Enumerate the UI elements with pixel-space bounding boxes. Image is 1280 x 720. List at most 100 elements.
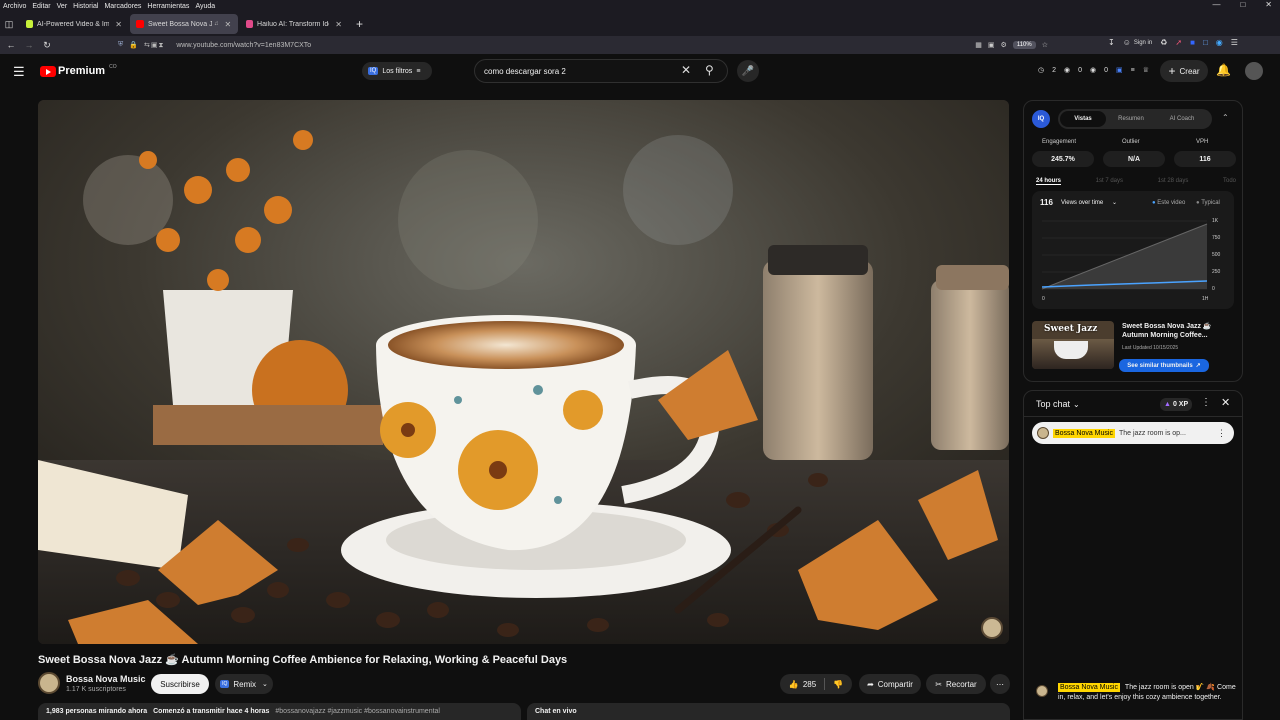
url-text[interactable]: www.youtube.com/watch?v=1en83M7CXTo bbox=[176, 42, 311, 49]
close-tab-icon[interactable]: ✕ bbox=[335, 20, 342, 29]
more-horizontal-icon: ⋯ bbox=[996, 679, 1004, 689]
extension-blue-icon[interactable]: ■ bbox=[1190, 38, 1195, 47]
thumbs-down-icon[interactable]: 👎 bbox=[833, 680, 843, 689]
menu-herramientas[interactable]: Herramientas bbox=[144, 3, 192, 10]
chat-more-icon[interactable]: ⋮ bbox=[1201, 397, 1211, 408]
tab-ai-video[interactable]: AI-Powered Video & Image Ge ✕ bbox=[20, 14, 128, 34]
extension-square-icon[interactable]: □ bbox=[1203, 38, 1208, 47]
tab-resumen[interactable]: Resumen bbox=[1106, 116, 1156, 122]
menu-marcadores[interactable]: Marcadores bbox=[101, 3, 144, 10]
range-7d[interactable]: 1st 7 days bbox=[1096, 178, 1123, 185]
vidiq-counters[interactable]: ◷ 2 ◉ 0 ◉ 0 ▣ ≡ ♕ bbox=[1038, 66, 1149, 75]
lock-icon[interactable]: 🔒 bbox=[129, 41, 138, 49]
tab-ai-coach[interactable]: AI Coach bbox=[1156, 116, 1208, 122]
channel-name[interactable]: Bossa Nova Music bbox=[66, 674, 146, 684]
range-all[interactable]: Todo bbox=[1223, 178, 1236, 185]
menu-ayuda[interactable]: Ayuda bbox=[192, 3, 218, 10]
tab-youtube[interactable]: Sweet Bossa Nova Jazz ♫ ✕ bbox=[130, 14, 238, 34]
country-code: CO bbox=[109, 64, 117, 70]
y-tick: 1K bbox=[1212, 218, 1219, 224]
extension-arrow-icon[interactable]: ➚ bbox=[1175, 38, 1182, 47]
zoom-level[interactable]: 110% bbox=[1012, 41, 1036, 49]
channel-avatar[interactable] bbox=[38, 672, 60, 694]
share-label: Compartir bbox=[877, 679, 913, 689]
new-tab-icon[interactable]: + bbox=[356, 17, 363, 31]
filters-button[interactable]: IQ Los filtros ≡ bbox=[362, 62, 432, 80]
hashtags[interactable]: #bossanovajazz #jazzmusic #bossanovainst… bbox=[275, 708, 440, 715]
list-icon[interactable]: ≡ bbox=[1131, 67, 1135, 74]
remix-button[interactable]: IQ Remix ⌄ bbox=[215, 674, 273, 694]
create-button[interactable]: + Crear bbox=[1160, 60, 1208, 82]
permissions-icon[interactable]: ⇆▣⧗ bbox=[144, 41, 164, 50]
clip-button[interactable]: ✂ Recortar bbox=[926, 674, 986, 694]
trophy-icon[interactable]: ♕ bbox=[1143, 66, 1149, 74]
extensions-icon[interactable]: ♻ bbox=[1160, 38, 1167, 47]
hamburger-menu-icon[interactable]: ☰ bbox=[13, 64, 25, 80]
outlier-value: N/A bbox=[1103, 151, 1165, 167]
tab-hailuo[interactable]: Hailuo AI: Transform Idea to Vic ✕ bbox=[240, 14, 348, 34]
menu-ver[interactable]: Ver bbox=[54, 3, 71, 10]
author-avatar[interactable] bbox=[1036, 685, 1048, 697]
reload-icon[interactable]: ↻ bbox=[38, 40, 56, 51]
pinned-message[interactable]: Bossa Nova Music The jazz room is op... … bbox=[1032, 422, 1234, 444]
audio-playing-icon[interactable]: ♫ bbox=[214, 21, 219, 27]
pip-icon[interactable]: ▣ bbox=[988, 41, 995, 49]
live-chat-section[interactable]: Chat en vivo bbox=[527, 703, 1010, 720]
description-box[interactable]: 1,983 personas mirando ahora Comenzó a t… bbox=[38, 703, 521, 720]
like-count: 285 bbox=[802, 679, 817, 689]
pinned-more-icon[interactable]: ⋮ bbox=[1217, 428, 1226, 439]
app-menu-icon[interactable]: ☰ bbox=[1231, 38, 1238, 47]
menu-historial[interactable]: Historial bbox=[70, 3, 101, 10]
video-title: Sweet Bossa Nova Jazz ☕ Autumn Morning C… bbox=[38, 654, 568, 666]
maximize-icon[interactable]: □ bbox=[1240, 0, 1245, 9]
vph-label: VPH bbox=[1196, 139, 1209, 145]
xp-badge[interactable]: ▲ 0 XP bbox=[1160, 398, 1193, 411]
voice-search-button[interactable]: 🎤 bbox=[737, 60, 759, 82]
thumbnail-preview[interactable]: Sweet Jazz bbox=[1032, 321, 1114, 369]
engagement-value: 245.7% bbox=[1032, 151, 1094, 167]
xp-icon: ▲ bbox=[1164, 401, 1171, 408]
close-chat-icon[interactable]: ✕ bbox=[1221, 396, 1230, 409]
bookmark-star-icon[interactable]: ☆ bbox=[1042, 41, 1048, 49]
share-button[interactable]: ➦ Compartir bbox=[859, 674, 921, 694]
y-tick: 250 bbox=[1212, 269, 1221, 275]
sign-in-link[interactable]: Sign in bbox=[1134, 40, 1152, 46]
avatar[interactable] bbox=[1245, 62, 1263, 80]
message-author[interactable]: Bossa Nova Music bbox=[1058, 683, 1120, 692]
close-window-icon[interactable]: ✕ bbox=[1265, 0, 1272, 9]
extension-vidiq-icon[interactable]: ◉ bbox=[1216, 38, 1223, 47]
youtube-logo[interactable]: Premium CO bbox=[40, 64, 117, 77]
minimize-icon[interactable]: — bbox=[1212, 0, 1220, 9]
search-input[interactable]: como descargar sora 2 bbox=[484, 67, 566, 76]
clear-search-icon[interactable]: ✕ bbox=[681, 63, 691, 77]
remix-label: Remix bbox=[233, 679, 257, 689]
search-icon[interactable]: ⚲ bbox=[705, 63, 714, 77]
range-24h[interactable]: 24 hours bbox=[1036, 178, 1062, 185]
more-actions-button[interactable]: ⋯ bbox=[990, 674, 1010, 694]
similar-thumbnails-button[interactable]: See similar thumbnails ↗ bbox=[1119, 359, 1209, 372]
tab-vistas[interactable]: Vistas bbox=[1060, 111, 1106, 127]
range-28d[interactable]: 1st 28 days bbox=[1158, 178, 1189, 185]
top-chat-dropdown[interactable]: Top chat ⌄ bbox=[1036, 399, 1080, 409]
close-tab-icon[interactable]: ✕ bbox=[115, 20, 122, 29]
collapse-chevron-icon[interactable]: ⌃ bbox=[1222, 113, 1229, 122]
account-icon[interactable]: ☺ bbox=[1123, 38, 1131, 47]
vidiq-badge-icon[interactable]: ▣ bbox=[1116, 66, 1123, 74]
subscribe-button[interactable]: Suscribirse bbox=[151, 674, 209, 694]
translate-icon[interactable]: ⚙ bbox=[1001, 41, 1007, 49]
reader-view-icon[interactable]: ▦ bbox=[975, 41, 982, 49]
notifications-bell-icon[interactable]: 🔔 bbox=[1216, 63, 1231, 77]
like-button[interactable]: 👍 285 bbox=[789, 680, 816, 689]
menu-editar[interactable]: Editar bbox=[29, 3, 53, 10]
tab-overview-icon[interactable]: ◫ bbox=[0, 19, 18, 30]
video-player[interactable] bbox=[38, 100, 1009, 644]
forward-icon[interactable]: → bbox=[20, 40, 38, 50]
menu-archivo[interactable]: Archivo bbox=[0, 3, 29, 10]
close-tab-icon[interactable]: ✕ bbox=[225, 20, 232, 29]
x-tick: 0 bbox=[1042, 296, 1045, 302]
url-bar[interactable]: ⛨ 🔒 ⇆▣⧗ www.youtube.com/watch?v=1en83M7C… bbox=[118, 38, 1048, 52]
downloads-icon[interactable]: ↧ bbox=[1108, 38, 1115, 47]
search-box[interactable]: como descargar sora 2 ✕ ⚲ bbox=[474, 59, 728, 83]
back-icon[interactable]: ← bbox=[2, 40, 20, 50]
shield-icon[interactable]: ⛨ bbox=[118, 41, 123, 49]
